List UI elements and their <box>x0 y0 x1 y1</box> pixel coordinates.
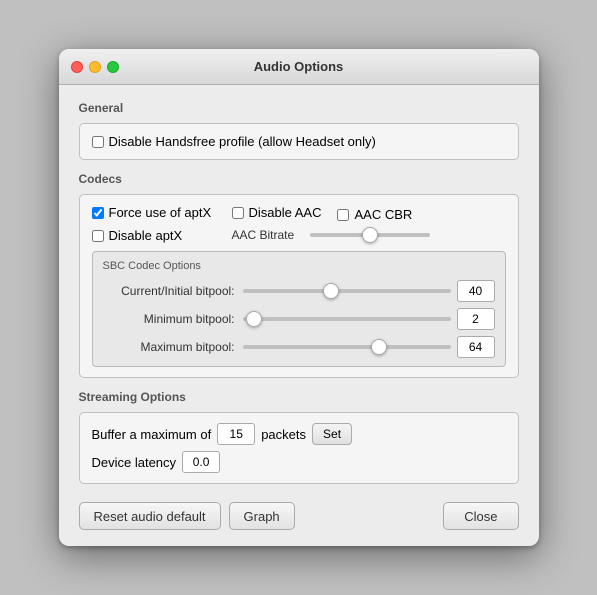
maximum-bitpool-value: 64 <box>457 336 495 358</box>
general-section-box: Disable Handsfree profile (allow Headset… <box>79 123 519 160</box>
maximum-bitpool-label: Maximum bitpool: <box>103 340 243 354</box>
sbc-box: SBC Codec Options Current/Initial bitpoo… <box>92 251 506 367</box>
aac-cbr-row: AAC CBR <box>337 207 412 222</box>
aac-bitrate-slider[interactable] <box>310 233 430 237</box>
codecs-section-box: Force use of aptX Disable aptX Disable A… <box>79 194 519 378</box>
disable-handsfree-checkbox[interactable] <box>92 136 104 148</box>
aac-bitrate-row: AAC Bitrate <box>232 228 506 242</box>
buffer-row: Buffer a maximum of packets Set <box>92 423 506 445</box>
disable-aptx-row: Disable aptX <box>92 228 232 243</box>
maximize-traffic-light[interactable] <box>107 61 119 73</box>
current-bitpool-value: 40 <box>457 280 495 302</box>
current-bitpool-slider[interactable] <box>243 289 451 293</box>
streaming-section-box: Buffer a maximum of packets Set Device l… <box>79 412 519 484</box>
maximum-bitpool-row: Maximum bitpool: 64 <box>103 336 495 358</box>
window-title: Audio Options <box>254 59 344 74</box>
buffer-prefix: Buffer a maximum of <box>92 427 212 442</box>
buffer-suffix: packets <box>261 427 306 442</box>
set-button[interactable]: Set <box>312 423 352 445</box>
latency-label: Device latency <box>92 455 177 470</box>
disable-handsfree-row: Disable Handsfree profile (allow Headset… <box>92 134 506 149</box>
aac-cbr-checkbox[interactable] <box>337 209 349 221</box>
force-aptx-row: Force use of aptX <box>92 205 232 220</box>
minimize-traffic-light[interactable] <box>89 61 101 73</box>
window: Audio Options General Disable Handsfree … <box>59 49 539 546</box>
aac-cbr-label: AAC CBR <box>354 207 412 222</box>
buffer-value-input[interactable] <box>217 423 255 445</box>
disable-aac-checkbox[interactable] <box>232 207 244 219</box>
streaming-section-label: Streaming Options <box>79 390 519 404</box>
disable-aac-label: Disable AAC <box>249 205 322 220</box>
aac-row: Disable AAC AAC CBR <box>232 205 506 224</box>
minimum-bitpool-row: Minimum bitpool: 2 <box>103 308 495 330</box>
current-bitpool-row: Current/Initial bitpool: 40 <box>103 280 495 302</box>
content-area: General Disable Handsfree profile (allow… <box>59 85 539 546</box>
codecs-right-col: Disable AAC AAC CBR AAC Bitrate <box>232 205 506 242</box>
latency-value-input[interactable] <box>182 451 220 473</box>
graph-button[interactable]: Graph <box>229 502 295 530</box>
codecs-section-label: Codecs <box>79 172 519 186</box>
latency-row: Device latency <box>92 451 506 473</box>
current-bitpool-label: Current/Initial bitpool: <box>103 284 243 298</box>
codecs-left-col: Force use of aptX Disable aptX <box>92 205 232 243</box>
minimum-bitpool-slider[interactable] <box>243 317 451 321</box>
minimum-bitpool-label: Minimum bitpool: <box>103 312 243 326</box>
aac-bitrate-label: AAC Bitrate <box>232 228 302 242</box>
titlebar: Audio Options <box>59 49 539 85</box>
close-button[interactable]: Close <box>443 502 518 530</box>
disable-aac-row: Disable AAC <box>232 205 322 220</box>
minimum-bitpool-value: 2 <box>457 308 495 330</box>
traffic-lights <box>71 61 119 73</box>
disable-handsfree-label: Disable Handsfree profile (allow Headset… <box>109 134 376 149</box>
footer-row: Reset audio default Graph Close <box>79 498 519 530</box>
disable-aptx-checkbox[interactable] <box>92 230 104 242</box>
close-traffic-light[interactable] <box>71 61 83 73</box>
force-aptx-checkbox[interactable] <box>92 207 104 219</box>
sbc-title: SBC Codec Options <box>103 260 495 272</box>
codecs-row: Force use of aptX Disable aptX Disable A… <box>92 205 506 243</box>
disable-aptx-label: Disable aptX <box>109 228 183 243</box>
force-aptx-label: Force use of aptX <box>109 205 212 220</box>
maximum-bitpool-slider[interactable] <box>243 345 451 349</box>
general-section-label: General <box>79 101 519 115</box>
reset-audio-button[interactable]: Reset audio default <box>79 502 221 530</box>
